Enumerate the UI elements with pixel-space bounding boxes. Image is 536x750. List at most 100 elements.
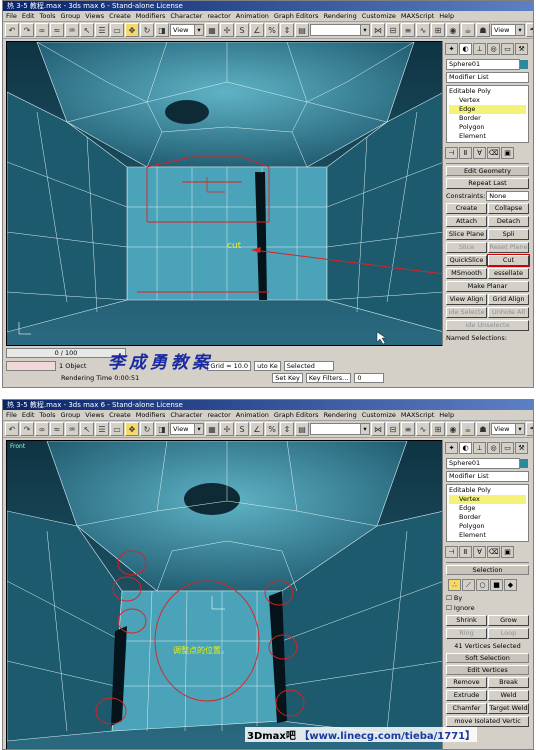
redo-icon[interactable]: ↷ (20, 23, 34, 37)
select-manipulate-icon[interactable]: ✢ (220, 422, 234, 436)
create-button[interactable]: Create (446, 203, 487, 214)
named-selection-icon[interactable]: ▤ (295, 422, 309, 436)
modify-tab-icon[interactable]: ◐ (459, 43, 472, 55)
current-frame-field[interactable]: 0 (354, 373, 385, 383)
pin-stack-icon[interactable]: ⊣ (445, 147, 458, 159)
object-color-swatch[interactable] (520, 60, 528, 69)
edit-vertices-header[interactable]: Edit Vertices (446, 665, 529, 675)
menu-modifiers[interactable]: Modifiers (136, 410, 166, 420)
render-type-combo[interactable]: View ▾ (491, 24, 525, 36)
menu-file[interactable]: File (6, 11, 17, 21)
show-end-result-icon[interactable]: Ⅱ (459, 546, 472, 558)
ignore-checkbox[interactable]: ☐ Ignore (446, 603, 529, 613)
stack-item-element[interactable]: Element (449, 531, 526, 540)
menu-views[interactable]: Views (85, 11, 104, 21)
render-type-combo[interactable]: View ▾ (491, 423, 525, 435)
menu-create[interactable]: Create (109, 410, 131, 420)
menu-reactor[interactable]: reactor (207, 11, 230, 21)
menu-help[interactable]: Help (439, 410, 454, 420)
split-checkbox[interactable]: Spli (488, 229, 529, 240)
stack-item-edge[interactable]: Edge (449, 105, 526, 114)
schematic-icon[interactable]: ⊞ (431, 23, 445, 37)
grid-align-button[interactable]: Grid Align (488, 294, 529, 305)
msmooth-button[interactable]: MSmooth (446, 268, 487, 279)
stack-item-border[interactable]: Border (449, 513, 526, 522)
quickslice-button[interactable]: QuickSlice (446, 255, 487, 266)
select-by-name-icon[interactable]: ☰ (95, 23, 109, 37)
select-by-name-icon[interactable]: ☰ (95, 422, 109, 436)
hierarchy-tab-icon[interactable]: ⊥ (473, 43, 486, 55)
menu-character[interactable]: Character (170, 410, 202, 420)
menu-graph-editors[interactable]: Graph Editors (274, 410, 319, 420)
stack-item-border[interactable]: Border (449, 114, 526, 123)
mirror-icon[interactable]: ⋈ (371, 422, 385, 436)
menu-animation[interactable]: Animation (236, 11, 269, 21)
reference-coordinate-combo[interactable]: View ▾ (170, 423, 204, 435)
stack-item-polygon[interactable]: Polygon (449, 522, 526, 531)
motion-tab-icon[interactable]: ◎ (487, 43, 500, 55)
cut-button[interactable]: Cut (487, 254, 530, 267)
ring-button[interactable]: Ring (446, 628, 487, 639)
move-icon[interactable]: ✥ (125, 23, 139, 37)
align-icon[interactable]: ⊟ (386, 422, 400, 436)
menu-edit[interactable]: Edit (22, 410, 35, 420)
edge-mode-icon[interactable]: ⟋ (462, 579, 475, 591)
pivot-icon[interactable]: ▦ (205, 422, 219, 436)
menu-tools[interactable]: Tools (39, 410, 55, 420)
region-select-icon[interactable]: ▭ (110, 23, 124, 37)
menu-customize[interactable]: Customize (362, 410, 396, 420)
select-icon[interactable]: ↖ (80, 23, 94, 37)
stack-item-vertex[interactable]: Vertex (449, 495, 526, 504)
tessellate-button[interactable]: essellate (488, 268, 529, 279)
quick-render-icon[interactable]: ☗ (476, 422, 490, 436)
create-tab-icon[interactable]: ✦ (445, 43, 458, 55)
extrude-button[interactable]: Extrude (446, 690, 487, 701)
stack-item-polygon[interactable]: Polygon (449, 123, 526, 132)
repeat-last-button[interactable]: Repeat Last (446, 178, 529, 189)
material-editor-icon[interactable]: ◉ (446, 23, 460, 37)
menu-tools[interactable]: Tools (39, 11, 55, 21)
vertex-mode-icon[interactable]: ∴ (448, 579, 461, 591)
remove-modifier-icon[interactable]: ⌫ (487, 147, 500, 159)
snap-icon[interactable]: S (235, 422, 249, 436)
hide-selected-button[interactable]: ide Selecte (446, 307, 487, 318)
reset-plane-button[interactable]: Reset Plane (488, 242, 529, 253)
pin-stack-icon[interactable]: ⊣ (445, 546, 458, 558)
percent-snap-icon[interactable]: % (265, 422, 279, 436)
unlink-icon[interactable]: ≈ (50, 23, 64, 37)
curve-editor-icon[interactable]: ∿ (416, 422, 430, 436)
menu-modifiers[interactable]: Modifiers (136, 11, 166, 21)
make-unique-icon[interactable]: ∀ (473, 147, 486, 159)
motion-tab-icon[interactable]: ◎ (487, 442, 500, 454)
remove-button[interactable]: Remove (446, 677, 487, 688)
menu-graph-editors[interactable]: Graph Editors (274, 11, 319, 21)
stack-root[interactable]: Editable Poly (449, 486, 526, 495)
menu-views[interactable]: Views (85, 410, 104, 420)
quick-render-icon[interactable]: ☗ (476, 23, 490, 37)
selection-filter-dropdown[interactable]: Selected (283, 361, 334, 371)
menu-rendering[interactable]: Rendering (324, 11, 357, 21)
hide-unselected-button[interactable]: ide Unselecte (446, 320, 529, 331)
configure-sets-icon[interactable]: ▣ (501, 546, 514, 558)
stack-item-element[interactable]: Element (449, 132, 526, 141)
maxscript-listener[interactable] (6, 361, 56, 371)
detach-button[interactable]: Detach (488, 216, 529, 227)
menu-customize[interactable]: Customize (362, 11, 396, 21)
mirror-icon[interactable]: ⋈ (371, 23, 385, 37)
menu-help[interactable]: Help (439, 11, 454, 21)
footer-url[interactable]: 【www.linecg.com/tieba/1771】 (299, 731, 475, 742)
redo-icon[interactable]: ↷ (20, 422, 34, 436)
scale-icon[interactable]: ◨ (155, 23, 169, 37)
layer-icon[interactable]: ≡ (401, 23, 415, 37)
spinner-snap-icon[interactable]: ⇕ (280, 422, 294, 436)
unlink-icon[interactable]: ≈ (50, 422, 64, 436)
layer-icon[interactable]: ≡ (401, 422, 415, 436)
menu-group[interactable]: Group (61, 410, 81, 420)
element-mode-icon[interactable]: ◆ (504, 579, 517, 591)
select-icon[interactable]: ↖ (80, 422, 94, 436)
modifier-list-dropdown[interactable]: Modifier List (446, 72, 529, 83)
loop-button[interactable]: Loop (488, 628, 529, 639)
bind-icon[interactable]: ♒ (65, 422, 79, 436)
make-planar-button[interactable]: Make Planar (446, 281, 529, 292)
render-scene-icon[interactable]: ☕ (461, 422, 475, 436)
